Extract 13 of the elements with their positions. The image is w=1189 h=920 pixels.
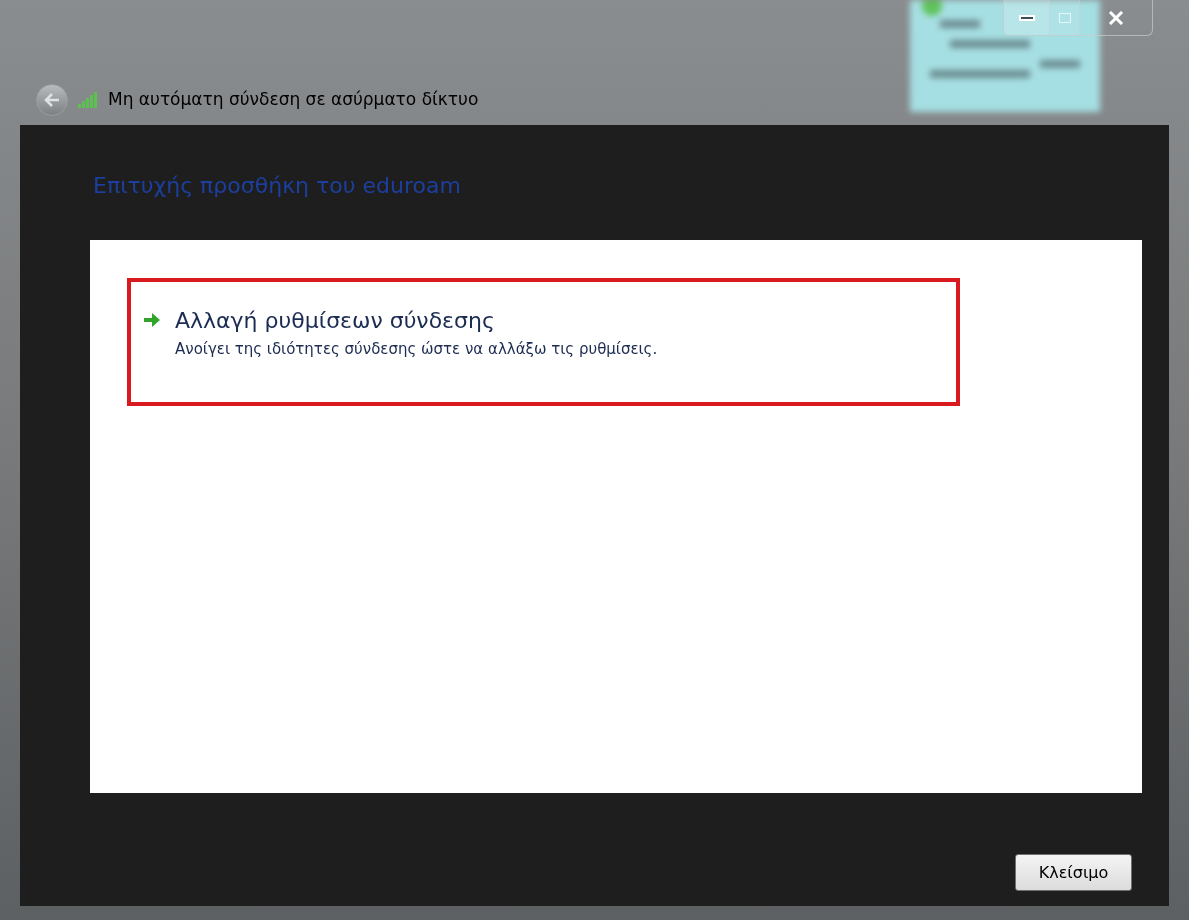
back-button[interactable] (36, 83, 68, 116)
link-title: Αλλαγή ρυθμίσεων σύνδεσης (175, 307, 496, 335)
close-dialog-button[interactable]: Κλείσιμο (1015, 854, 1132, 891)
link-description: Ανοίγει της ιδιότητες σύνδεσης ώστε να αλλάξω τις ρυθμίσεις. (175, 339, 658, 360)
close-icon (1108, 10, 1124, 25)
minimize-button[interactable] (1004, 0, 1050, 35)
command-link[interactable]: Αλλαγή ρυθμίσεων σύνδεσης Ανοίγει της ιδιότητες σύνδεσης ώστε να αλλάξω τις ρυθμίσεις. (127, 278, 960, 406)
maximize-button[interactable] (1050, 0, 1080, 35)
page-heading: Επιτυχής προσθήκη του eduroam (93, 172, 462, 200)
wireless-signal-icon (78, 90, 98, 109)
back-arrow-icon (44, 92, 60, 107)
window-title: Μη αυτόματη σύνδεση σε ασύρματο δίκτυο (108, 87, 479, 111)
arrow-icon (143, 312, 161, 328)
